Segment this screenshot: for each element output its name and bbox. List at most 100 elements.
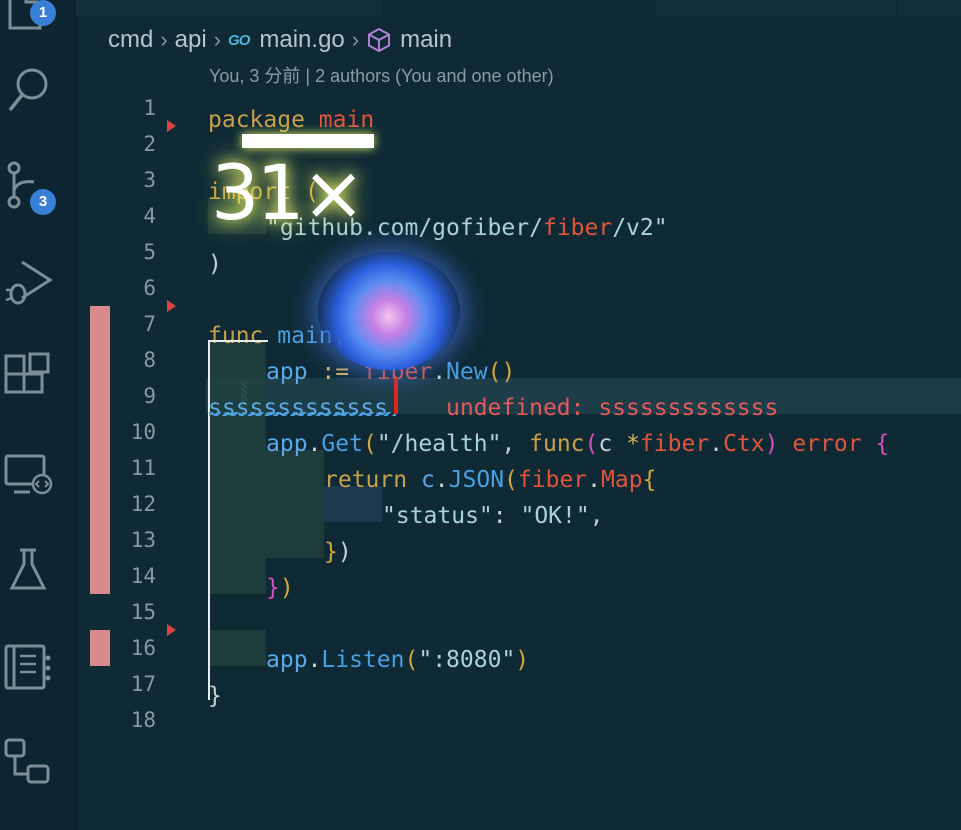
token: fiber bbox=[517, 467, 588, 493]
chevron-right-icon: › bbox=[213, 27, 222, 52]
inline-error-message: undefined: sssssssssssss bbox=[446, 395, 779, 421]
tab[interactable] bbox=[898, 0, 961, 16]
code-line-16[interactable]: app.Listen(":8080") bbox=[266, 642, 529, 678]
token: Listen bbox=[321, 647, 405, 673]
token: ( bbox=[584, 431, 599, 457]
tab[interactable] bbox=[76, 0, 382, 16]
explorer-icon[interactable]: 1 bbox=[0, 0, 58, 40]
code-line-5[interactable]: ) bbox=[208, 246, 222, 282]
line-number: 16 bbox=[130, 636, 156, 660]
token: } bbox=[324, 539, 338, 565]
token: "github.com/gofiber/ bbox=[266, 215, 543, 241]
token: fiber bbox=[639, 431, 710, 457]
token: New bbox=[446, 359, 488, 385]
line-number: 4 bbox=[143, 204, 156, 228]
code-line-11[interactable]: return c.JSON(fiber.Map{ bbox=[324, 462, 656, 498]
remote-explorer-icon[interactable] bbox=[0, 452, 58, 504]
run-debug-icon[interactable] bbox=[0, 256, 58, 308]
token: () bbox=[487, 359, 516, 385]
token: func bbox=[529, 431, 585, 457]
flow-diagram-icon[interactable] bbox=[0, 738, 58, 790]
token: { bbox=[642, 467, 657, 493]
token: return bbox=[324, 467, 408, 493]
token: ) bbox=[337, 539, 352, 565]
token: ":8080" bbox=[418, 647, 516, 673]
extensions-icon[interactable] bbox=[0, 352, 58, 404]
line-number: 3 bbox=[143, 168, 156, 192]
token: } bbox=[266, 575, 280, 601]
code-line-9[interactable]: sssssssssssss undefined: sssssssssssss bbox=[208, 390, 778, 426]
testing-icon[interactable] bbox=[0, 546, 58, 598]
chevron-right-icon: › bbox=[351, 27, 360, 52]
token: : bbox=[492, 503, 521, 529]
token: ( bbox=[362, 431, 377, 457]
token: main bbox=[304, 107, 375, 133]
token: Get bbox=[321, 431, 363, 457]
line-number: 5 bbox=[143, 240, 156, 264]
code-line-10[interactable]: app.Get("/health", func(c *fiber.Ctx) er… bbox=[266, 426, 889, 462]
token: ( bbox=[291, 179, 319, 205]
token: "/health" bbox=[376, 431, 502, 457]
code-line-3[interactable]: import ( bbox=[208, 174, 319, 210]
token: ) bbox=[764, 431, 779, 457]
go-file-icon: GO bbox=[228, 31, 250, 49]
token: error bbox=[778, 431, 876, 457]
line-number: 10 bbox=[130, 420, 156, 444]
codelens-blame[interactable]: You, 3 分前 | 2 authors (You and one other… bbox=[209, 62, 554, 88]
text-cursor bbox=[394, 378, 398, 414]
diff-removed-indicator[interactable] bbox=[90, 630, 110, 666]
line-number: 15 bbox=[130, 600, 156, 624]
line-number: 17 bbox=[130, 672, 156, 696]
token: . bbox=[709, 431, 724, 457]
token: ) bbox=[515, 647, 530, 673]
fold-arrow-icon[interactable] bbox=[167, 624, 176, 636]
tab[interactable] bbox=[656, 0, 896, 16]
breadcrumb: cmd › api › GO main.go › main bbox=[108, 24, 452, 56]
fold-arrow-icon[interactable] bbox=[167, 120, 176, 132]
code-line-12[interactable]: "status": "OK!", bbox=[382, 498, 604, 534]
line-number: 18 bbox=[130, 708, 156, 732]
code-line-14[interactable]: }) bbox=[266, 570, 294, 606]
breadcrumb-api[interactable]: api bbox=[175, 26, 207, 54]
token: ) bbox=[208, 251, 222, 277]
breadcrumb-cmd[interactable]: cmd bbox=[108, 26, 153, 54]
fold-arrow-icon[interactable] bbox=[167, 300, 176, 312]
token: c bbox=[407, 467, 435, 493]
token: Map bbox=[601, 467, 643, 493]
code-line-13[interactable]: }) bbox=[324, 534, 352, 570]
breadcrumb-symbol[interactable]: main bbox=[400, 26, 452, 54]
line-number: 9 bbox=[143, 384, 156, 408]
line-number: 6 bbox=[143, 276, 156, 300]
token: package bbox=[208, 107, 305, 133]
power-mode-explosion bbox=[318, 252, 460, 370]
code-line-1[interactable]: package main bbox=[208, 102, 374, 138]
tab-strip bbox=[76, 0, 961, 16]
line-number: 11 bbox=[130, 456, 156, 480]
notebook-icon[interactable] bbox=[0, 642, 58, 694]
selection-outline bbox=[208, 340, 268, 700]
token: ) bbox=[279, 575, 294, 601]
error-squiggle bbox=[209, 412, 396, 416]
source-control-icon[interactable]: 3 bbox=[0, 160, 58, 215]
token: { bbox=[875, 431, 890, 457]
search-icon[interactable] bbox=[0, 64, 58, 116]
line-number: 12 bbox=[130, 492, 156, 516]
token: ( bbox=[504, 467, 518, 493]
token: , bbox=[501, 431, 530, 457]
code-line-4[interactable]: "github.com/gofiber/fiber/v2" bbox=[266, 210, 668, 246]
line-number: 13 bbox=[130, 528, 156, 552]
symbol-method-icon bbox=[366, 27, 392, 53]
token: . bbox=[434, 467, 449, 493]
token: . bbox=[307, 431, 322, 457]
token: . bbox=[432, 359, 447, 385]
token: app bbox=[266, 431, 308, 457]
indent-guide bbox=[266, 450, 324, 558]
token: * bbox=[626, 431, 640, 457]
line-number: 7 bbox=[143, 312, 156, 336]
explorer-badge: 1 bbox=[30, 0, 56, 26]
token: app bbox=[266, 647, 308, 673]
line-number: 1 bbox=[143, 96, 156, 120]
token: ( bbox=[404, 647, 419, 673]
diff-removed-indicator[interactable] bbox=[90, 306, 110, 594]
breadcrumb-file[interactable]: main.go bbox=[259, 26, 344, 54]
